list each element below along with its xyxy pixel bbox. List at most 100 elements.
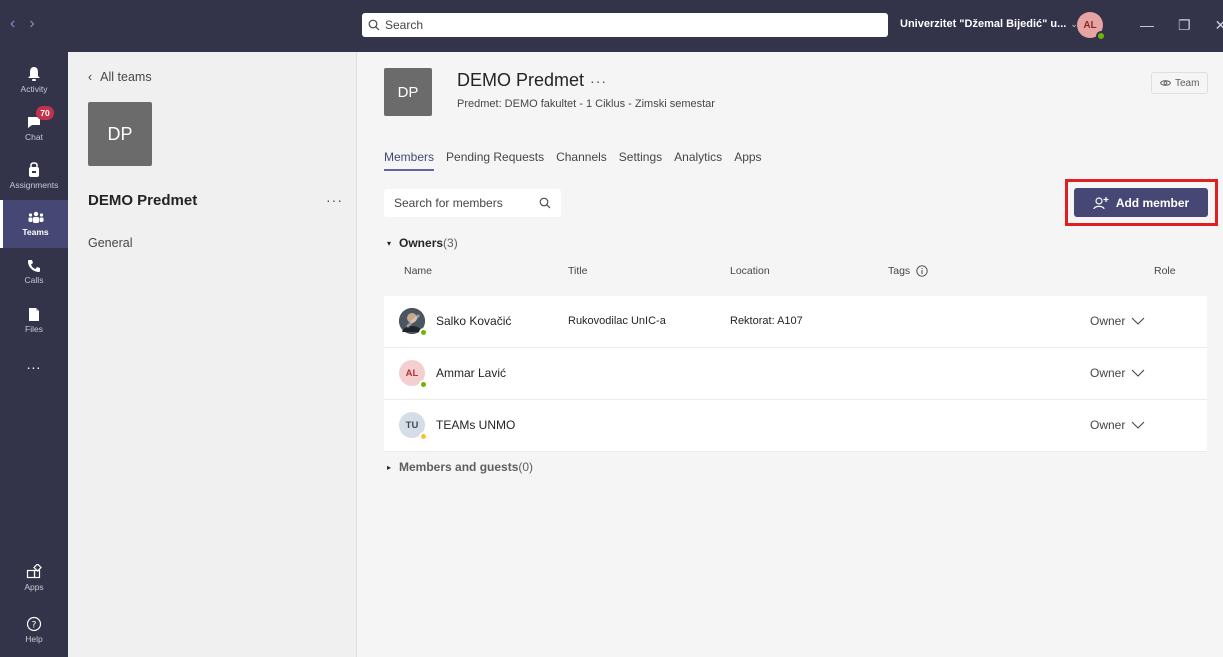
team-more-button[interactable]: ··· <box>326 192 343 208</box>
more-icon: ... <box>26 356 42 372</box>
chevron-down-icon <box>1131 317 1145 325</box>
maximize-button[interactable]: ❐ <box>1178 17 1191 33</box>
channel-item-general[interactable]: General <box>88 236 132 250</box>
forward-arrow-button[interactable]: › <box>29 15 34 33</box>
unread-badge: 70 <box>36 106 54 120</box>
column-title[interactable]: Title <box>568 265 587 277</box>
rail-label: Chat <box>25 132 43 142</box>
global-search-placeholder: Search <box>385 18 424 32</box>
tab-settings[interactable]: Settings <box>619 150 662 171</box>
rail-more-button[interactable]: ... <box>0 352 68 376</box>
members-guests-section-toggle[interactable]: ▸ Members and guests(0) <box>387 460 533 474</box>
member-location: Rektorat: A107 <box>730 315 803 327</box>
manage-team-view: DP DEMO Predmet ··· Predmet: DEMO fakult… <box>357 52 1223 657</box>
teams-icon <box>28 211 43 223</box>
role-label: Owner <box>1090 314 1126 328</box>
team-name: DEMO Predmet <box>88 192 198 209</box>
global-search-input[interactable]: Search <box>362 13 888 37</box>
add-member-button[interactable]: Add member <box>1074 188 1208 217</box>
rail-item-assignments[interactable]: Assignments <box>0 152 68 200</box>
member-name: Ammar Lavić <box>436 366 507 380</box>
role-dropdown[interactable]: Owner <box>1090 366 1145 380</box>
column-role[interactable]: Role <box>1154 265 1176 277</box>
manage-tabs: Members Pending Requests Channels Settin… <box>384 150 762 171</box>
chevron-down-icon <box>1131 421 1145 429</box>
team-tile-initials: DP <box>397 83 419 101</box>
owners-label: Owners <box>399 236 444 250</box>
minimize-button[interactable]: — <box>1140 17 1154 33</box>
rail-item-apps[interactable]: Apps <box>0 554 68 602</box>
rail-label: Files <box>25 323 43 334</box>
app-rail: Activity Chat 70 Assignments Teams Calls… <box>0 52 68 657</box>
team-visibility-pill[interactable]: Team <box>1151 72 1209 94</box>
column-tags[interactable]: Tags <box>888 265 928 277</box>
role-label: Owner <box>1090 418 1126 432</box>
window-controls: — ❐ ✕ <box>1140 17 1223 33</box>
column-location[interactable]: Location <box>730 265 770 277</box>
tab-apps[interactable]: Apps <box>734 150 761 171</box>
tab-analytics[interactable]: Analytics <box>674 150 722 171</box>
title-bar: ‹ › Search Univerzitet "Džemal Bijedić" … <box>0 0 1223 52</box>
member-row[interactable]: TU TEAMs UNMO Owner <box>384 400 1207 452</box>
team-tile-initials: DP <box>107 123 133 144</box>
rail-item-chat[interactable]: Chat 70 <box>0 104 68 152</box>
tab-pending-requests[interactable]: Pending Requests <box>446 150 544 171</box>
apps-icon <box>26 564 42 579</box>
avatar: TU <box>399 412 428 441</box>
rail-item-teams[interactable]: Teams <box>0 200 68 248</box>
owners-count: (3) <box>443 236 458 250</box>
presence-available-icon <box>1096 31 1106 41</box>
column-name[interactable]: Name <box>404 265 432 277</box>
org-name: Univerzitet "Džemal Bijedić" u... <box>900 18 1067 30</box>
back-arrow-button[interactable]: ‹ <box>10 15 15 33</box>
all-teams-label: All teams <box>100 70 152 84</box>
member-name: TEAMs UNMO <box>436 418 516 432</box>
column-tags-label: Tags <box>888 265 911 277</box>
member-name: Salko Kovačić <box>436 314 512 328</box>
team-options-button[interactable]: ··· <box>590 73 607 89</box>
user-avatar-initials: AL <box>1083 19 1097 31</box>
presence-available-icon <box>419 328 428 337</box>
member-row[interactable]: Salko Kovačić Rukovodilac UnIC-a Rektora… <box>384 296 1207 348</box>
member-row[interactable]: AL Ammar Lavić Owner <box>384 348 1207 400</box>
presence-available-icon <box>419 380 428 389</box>
member-search-input[interactable]: Search for members <box>384 189 561 217</box>
member-search-placeholder: Search for members <box>394 196 503 210</box>
avatar <box>399 308 428 337</box>
owners-section-toggle[interactable]: ▾ Owners(3) <box>387 236 458 250</box>
members-label: Members and guests <box>399 460 519 474</box>
org-switcher[interactable]: Univerzitet "Džemal Bijedić" u... ⌄ <box>900 18 1078 30</box>
help-icon: ? <box>26 616 42 632</box>
close-button[interactable]: ✕ <box>1215 17 1223 33</box>
avatar-initials: TU <box>405 419 419 431</box>
rail-item-calls[interactable]: Calls <box>0 248 68 296</box>
caret-down-icon: ▾ <box>387 238 392 248</box>
role-dropdown[interactable]: Owner <box>1090 314 1145 328</box>
highlight-box: Add member <box>1065 179 1218 226</box>
avatar: AL <box>399 360 428 389</box>
info-icon[interactable] <box>916 265 928 277</box>
chevron-left-icon: ‹ <box>88 70 93 84</box>
rail-item-activity[interactable]: Activity <box>0 56 68 104</box>
phone-icon <box>28 260 40 272</box>
search-icon <box>368 19 380 31</box>
role-dropdown[interactable]: Owner <box>1090 418 1145 432</box>
rail-label: Teams <box>22 227 49 237</box>
file-icon <box>29 307 39 321</box>
rail-item-help[interactable]: ? Help <box>0 606 68 654</box>
user-avatar[interactable]: AL <box>1077 12 1106 41</box>
rail-item-files[interactable]: Files <box>0 296 68 344</box>
team-panel: ‹ All teams DP DEMO Predmet ··· General <box>68 52 357 657</box>
bell-icon <box>28 67 40 81</box>
avatar-initials: AL <box>405 367 419 379</box>
rail-label: Calls <box>24 275 44 285</box>
team-tile-large: DP <box>384 68 432 116</box>
chevron-down-icon <box>1131 369 1145 377</box>
all-teams-link[interactable]: ‹ All teams <box>88 70 152 84</box>
tab-channels[interactable]: Channels <box>556 150 607 171</box>
owners-heading: Owners(3) <box>399 236 458 250</box>
search-icon <box>539 197 551 209</box>
tab-members[interactable]: Members <box>384 150 435 171</box>
page-title-text: DEMO Predmet <box>457 70 585 90</box>
add-member-label: Add member <box>1115 195 1190 210</box>
